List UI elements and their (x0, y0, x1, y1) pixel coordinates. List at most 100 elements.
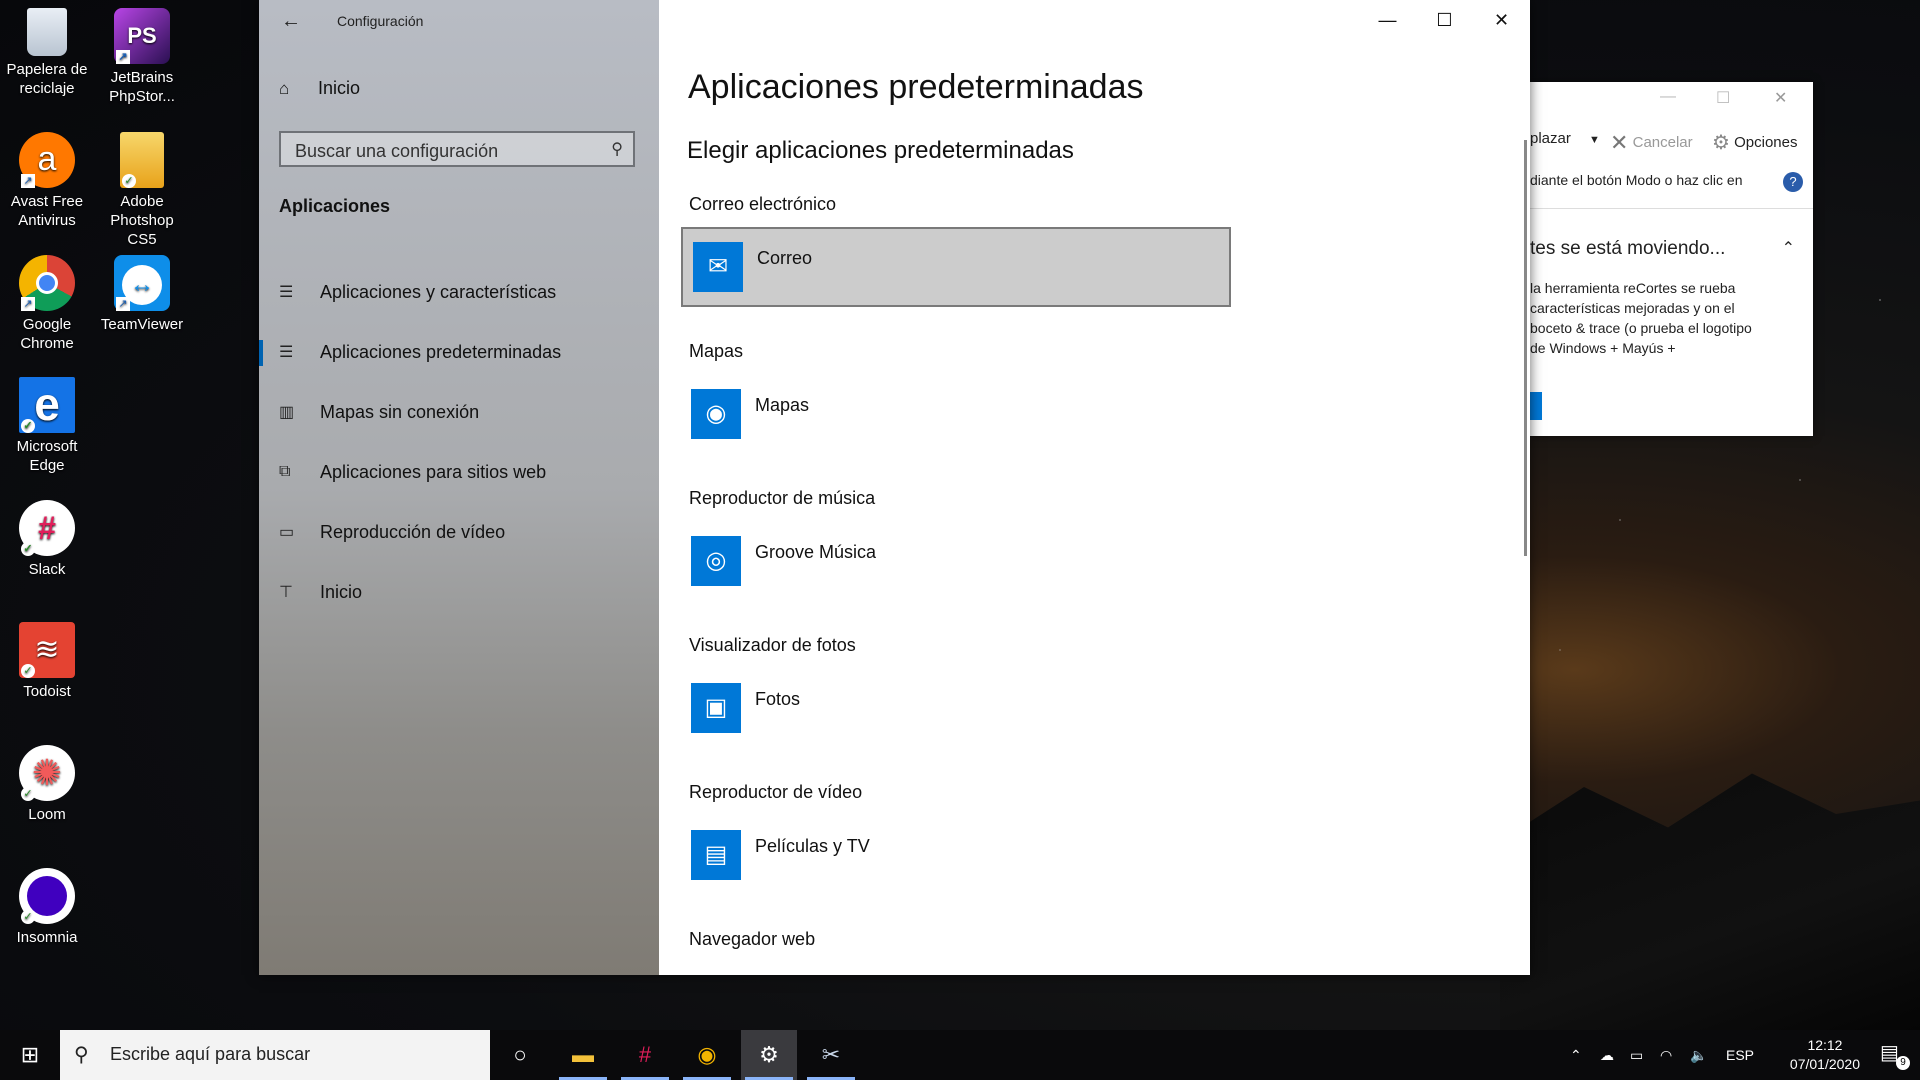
snipping-tool-icon: ✂ (821, 1042, 841, 1067)
sync-check-icon: ✓ (21, 910, 35, 924)
todoist-icon: ≋ ✓ (19, 622, 75, 678)
wifi-icon[interactable]: ◠ (1660, 1030, 1672, 1080)
nav-home-label: Inicio (318, 78, 361, 98)
default-email-app[interactable]: ✉ Correo (681, 227, 1231, 307)
notice-action-button[interactable] (1530, 392, 1542, 420)
desktop-icon-label: JetBrains PhpStor... (109, 69, 175, 105)
desktop-icon-chrome[interactable]: ↗ Google Chrome (2, 255, 92, 353)
mode-hint: diante el botón Modo o haz clic en (1530, 172, 1743, 188)
desktop-icon-avast[interactable]: a ↗ Avast Free Antivirus (2, 132, 92, 230)
tray-overflow-icon[interactable]: ⌃ (1570, 1030, 1582, 1080)
shortcut-arrow-icon: ↗ (116, 50, 130, 64)
chevron-up-icon[interactable]: ⌃ (1782, 238, 1795, 258)
notice-title: tes se está moviendo... (1530, 238, 1726, 259)
photos-icon: ▣ (691, 683, 741, 733)
delay-button[interactable]: plazar ▼ (1530, 130, 1600, 147)
desktop-icon-label: Slack (28, 561, 66, 578)
default-video-app[interactable]: ▤ Películas y TV (691, 830, 870, 880)
nav-item-startup[interactable]: ⊤ Inicio (259, 562, 659, 622)
language-indicator[interactable]: ESP (1726, 1030, 1754, 1080)
cortana-button[interactable]: ○ (492, 1030, 548, 1080)
link-window-icon: ⧉ (279, 463, 291, 480)
desktop-icon-todoist[interactable]: ≋ ✓ Todoist (2, 622, 92, 701)
scrollbar[interactable] (1524, 140, 1527, 556)
nav-item-apps-websites[interactable]: ⧉ Aplicaciones para sitios web (259, 442, 659, 502)
desktop-icon-loom[interactable]: ✺ ✓ Loom (2, 745, 92, 824)
action-center-button[interactable]: ▤ 9 (1880, 1040, 1910, 1070)
desktop-icon-teamviewer[interactable]: ↔ ↗ TeamViewer (97, 255, 187, 334)
desktop-icon-recycle-bin[interactable]: Papelera de reciclaje (2, 8, 92, 98)
close-icon[interactable]: ✕ (1473, 0, 1530, 42)
desktop-icon-edge[interactable]: e ✓ Microsoft Edge (2, 377, 92, 475)
avast-icon: a ↗ (19, 132, 75, 188)
sync-check-icon: ✓ (21, 419, 35, 433)
home-icon: ⌂ (279, 78, 290, 98)
nav-item-video-playback[interactable]: ▭ Reproducción de vídeo (259, 502, 659, 562)
nav-item-label: Aplicaciones y características (320, 281, 557, 302)
desktop-icon-label: Google Chrome (20, 316, 74, 352)
notice-body: la herramienta reCortes se rueba caracte… (1530, 280, 1752, 356)
settings-sidebar: ← Configuración ⌂ Inicio Buscar una conf… (259, 0, 659, 975)
taskbar-settings[interactable]: ⚙ (741, 1030, 797, 1080)
desktop-icon-label: Todoist (23, 683, 71, 700)
taskbar-search[interactable]: ⚲ Escribe aquí para buscar (60, 1030, 490, 1080)
delay-label: plazar (1530, 130, 1571, 147)
cancel-button[interactable]: ✕ Cancelar (1610, 130, 1693, 156)
volume-muted-icon[interactable]: 🔈 (1690, 1030, 1707, 1080)
list-icon: ☰ (279, 284, 294, 301)
taskbar-chrome[interactable]: ◉ (679, 1030, 735, 1080)
default-photos-app[interactable]: ▣ Fotos (691, 683, 800, 733)
maximize-icon[interactable]: ☐ (1416, 0, 1473, 42)
desktop-icon-slack[interactable]: # ✓ Slack (2, 500, 92, 579)
category-label: Reproductor de vídeo (689, 782, 863, 802)
mail-icon: ✉ (693, 242, 743, 292)
default-maps-app[interactable]: ◉ Mapas (691, 389, 809, 439)
battery-icon[interactable]: ▭ (1630, 1030, 1643, 1080)
settings-search-input[interactable]: Buscar una configuración ⚲ (279, 131, 635, 167)
loom-icon: ✺ ✓ (19, 745, 75, 801)
nav-item-label: Mapas sin conexión (320, 401, 480, 422)
chrome-icon: ↗ (19, 255, 75, 311)
app-name: Fotos (755, 689, 801, 709)
start-button[interactable]: ⊞ (0, 1030, 60, 1080)
taskbar-search-placeholder: Escribe aquí para buscar (110, 1044, 311, 1064)
default-music-app[interactable]: ◎ Groove Música (691, 536, 876, 586)
nav-item-label: Aplicaciones para sitios web (320, 461, 547, 482)
maximize-icon[interactable]: ☐ (1716, 88, 1730, 108)
settings-window: ← Configuración ⌂ Inicio Buscar una conf… (259, 0, 1530, 975)
taskbar-slack[interactable]: # (617, 1030, 673, 1080)
nav-home[interactable]: ⌂ Inicio (279, 78, 360, 99)
help-icon[interactable]: ? (1783, 172, 1803, 192)
window-title: Configuración (337, 13, 424, 29)
close-icon[interactable]: ✕ (1774, 88, 1787, 108)
taskbar-snipping-tool[interactable]: ✂ (803, 1030, 859, 1080)
nav-item-offline-maps[interactable]: ▥ Mapas sin conexión (259, 382, 659, 442)
snipping-tool-window[interactable]: — ☐ ✕ plazar ▼ ✕ Cancelar ⚙ Opciones dia… (1530, 82, 1813, 436)
desktop-icon-photoshop[interactable]: ✓ Adobe Photshop CS5 (97, 132, 187, 249)
desktop-icon-insomnia[interactable]: ✓ Insomnia (2, 868, 92, 947)
search-placeholder: Buscar una configuración (295, 141, 499, 161)
window-controls: — ☐ ✕ (1359, 0, 1530, 42)
back-arrow-icon[interactable]: ← (281, 10, 301, 33)
app-name: Groove Música (755, 542, 877, 562)
folder-icon: ▬ (572, 1042, 594, 1067)
cancel-label: Cancelar (1632, 134, 1693, 151)
options-label: Opciones (1734, 134, 1798, 151)
clock[interactable]: 12:12 07/01/2020 (1790, 1036, 1860, 1074)
phpstorm-icon: PS ↗ (114, 8, 170, 64)
app-name: Mapas (755, 395, 810, 415)
nav-item-default-apps[interactable]: ☰ Aplicaciones predeterminadas (259, 322, 659, 382)
windows-logo-icon: ⊞ (20, 1042, 40, 1067)
category-label: Navegador web (689, 929, 816, 949)
desktop-icon-phpstorm[interactable]: PS ↗ JetBrains PhpStor... (97, 8, 187, 106)
desktop-icon-label: Papelera de reciclaje (6, 61, 88, 97)
nav-item-label: Reproducción de vídeo (320, 521, 506, 542)
nav-item-apps-features[interactable]: ☰ Aplicaciones y características (259, 262, 659, 322)
insomnia-icon: ✓ (19, 868, 75, 924)
onedrive-icon[interactable]: ☁ (1600, 1030, 1614, 1080)
minimize-icon[interactable]: — (1660, 88, 1676, 106)
taskbar-file-explorer[interactable]: ▬ (555, 1030, 611, 1080)
options-button[interactable]: ⚙ Opciones (1712, 130, 1797, 155)
edge-icon: e ✓ (19, 377, 75, 433)
minimize-icon[interactable]: — (1359, 0, 1416, 42)
